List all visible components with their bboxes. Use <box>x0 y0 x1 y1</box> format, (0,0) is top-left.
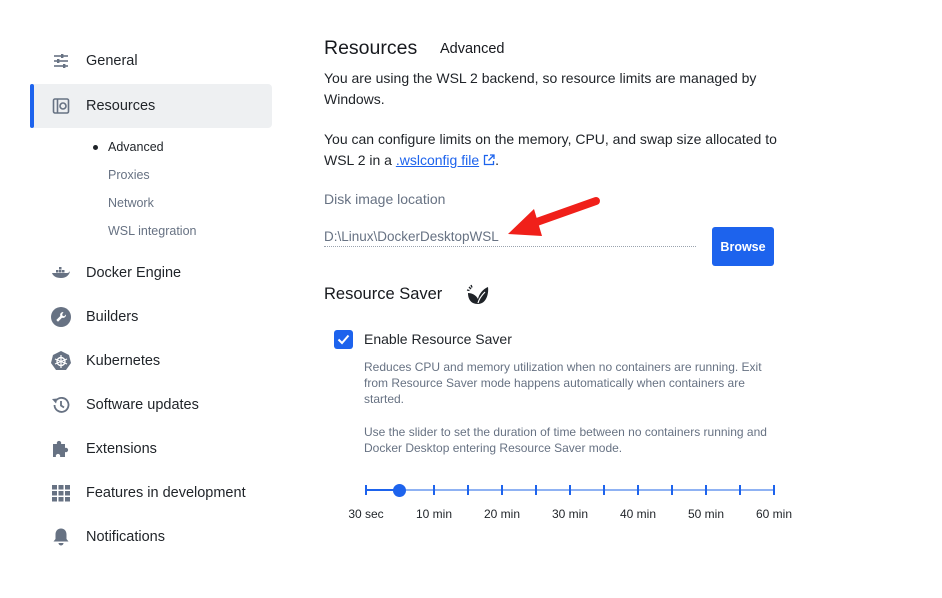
sidebar-item-builders[interactable]: Builders <box>30 295 272 339</box>
sidebar-item-label: Notifications <box>86 529 165 545</box>
slider-tick <box>637 485 639 495</box>
slider-tick-label: 30 min <box>551 507 589 521</box>
sliders-icon <box>50 50 72 72</box>
sidebar-item-docker-engine[interactable]: Docker Engine <box>30 251 272 295</box>
sidebar-item-label: Kubernetes <box>86 353 161 369</box>
sidebar-item-label: Extensions <box>86 441 157 457</box>
sidebar-subitem-proxies[interactable]: Proxies <box>108 168 150 182</box>
sidebar-subitem-advanced[interactable]: Advanced <box>108 140 164 154</box>
sidebar-subitem-wsl-integration[interactable]: WSL integration <box>108 224 196 238</box>
page-subtitle: Advanced <box>440 41 505 57</box>
sidebar-item-label: Builders <box>86 309 139 325</box>
wrench-icon <box>50 306 72 328</box>
history-icon <box>50 394 72 416</box>
slider-tick-label: 10 min <box>415 507 453 521</box>
wslconfig-link[interactable]: .wslconfig file <box>396 152 495 168</box>
slider-tick-label: 20 min <box>483 507 521 521</box>
active-sub-item-dot <box>93 145 98 150</box>
red-arrow-annotation <box>508 197 600 236</box>
sidebar-item-kubernetes[interactable]: Kubernetes <box>30 339 272 383</box>
slider-tick <box>569 485 571 495</box>
external-link-icon <box>483 151 495 172</box>
resources-icon <box>50 95 72 117</box>
wslconfig-suffix: . <box>495 151 500 168</box>
puzzle-icon <box>50 438 72 460</box>
resource-saver-timeout-slider[interactable] <box>364 481 776 501</box>
sidebar-subitem-network[interactable]: Network <box>108 196 154 210</box>
slider-tick <box>773 485 775 495</box>
sidebar-item-label: Resources <box>86 98 156 114</box>
wslconfig-link-label: .wslconfig file <box>395 151 480 168</box>
slider-tick-label: 50 min <box>687 507 725 521</box>
resource-saver-description: Reduces CPU and memory utilization when … <box>364 360 762 406</box>
whale-icon <box>50 262 72 284</box>
sidebar-item-extensions[interactable]: Extensions <box>30 427 272 471</box>
resources-advanced-panel: Resources Advanced You are using the WSL… <box>324 0 924 598</box>
slider-tick <box>433 485 435 495</box>
slider-tick <box>365 485 367 495</box>
sidebar-item-label: Features in development <box>86 485 246 501</box>
browse-button[interactable]: Browse <box>712 227 774 266</box>
sidebar-item-general[interactable]: General <box>30 39 272 83</box>
slider-tick-label: 40 min <box>619 507 657 521</box>
bell-icon <box>50 526 72 548</box>
enable-resource-saver-checkbox[interactable] <box>334 330 353 349</box>
sidebar-item-resources[interactable]: Resources <box>30 84 272 128</box>
wslconfig-notice: You can configure limits on the memory, … <box>324 129 794 171</box>
slider-tick <box>501 485 503 495</box>
wsl-backend-notice: You are using the WSL 2 backend, so reso… <box>324 70 757 107</box>
sidebar-item-label: Docker Engine <box>86 265 182 281</box>
slider-tick <box>467 485 469 495</box>
resource-saver-leaf-icon <box>466 284 490 311</box>
grid-icon <box>50 482 72 504</box>
helm-icon <box>50 350 72 372</box>
slider-tick <box>671 485 673 495</box>
sidebar-item-software-updates[interactable]: Software updates <box>30 383 272 427</box>
slider-tick <box>705 485 707 495</box>
slider-tick-label: 30 sec <box>348 507 384 521</box>
slider-tick <box>603 485 605 495</box>
enable-resource-saver-label[interactable]: Enable Resource Saver <box>364 331 512 347</box>
page-title: Resources <box>324 37 418 59</box>
sidebar-item-features-in-development[interactable]: Features in development <box>30 471 272 515</box>
wslconfig-text: You can configure limits on the memory, … <box>324 131 777 168</box>
slider-description: Use the slider to set the duration of ti… <box>364 425 767 455</box>
settings-sidebar: General Resources Advanced Proxies Netwo… <box>0 0 290 598</box>
resource-saver-heading: Resource Saver <box>324 285 443 303</box>
slider-tick-label: 60 min <box>755 507 793 521</box>
sidebar-item-label: General <box>86 53 138 69</box>
sidebar-item-notifications[interactable]: Notifications <box>30 515 272 559</box>
sidebar-item-label: Software updates <box>86 397 199 413</box>
slider-tick <box>739 485 741 495</box>
checkmark-icon <box>337 334 350 345</box>
disk-image-location-label: Disk image location <box>324 191 446 207</box>
slider-tick <box>535 485 537 495</box>
slider-thumb[interactable] <box>393 484 407 497</box>
